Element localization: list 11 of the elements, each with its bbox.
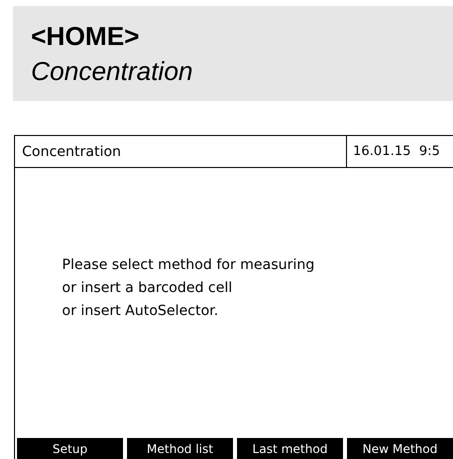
home-title: <HOME>: [31, 20, 140, 52]
softkey[interactable]: Last method: [237, 438, 343, 459]
softkey[interactable]: Setup: [17, 438, 123, 459]
message-line: Please select method for measuring: [62, 256, 316, 274]
softkey[interactable]: Method list: [127, 438, 233, 459]
softkey[interactable]: New Method: [347, 438, 453, 459]
mode-subtitle: Concentration: [31, 56, 194, 86]
date-time: 16.01.15 9:5: [346, 136, 453, 167]
message-line: or insert AutoSelector.: [62, 302, 220, 320]
screen-title: Concentration: [21, 142, 122, 162]
message-line: or insert a barcoded cell: [62, 279, 234, 297]
